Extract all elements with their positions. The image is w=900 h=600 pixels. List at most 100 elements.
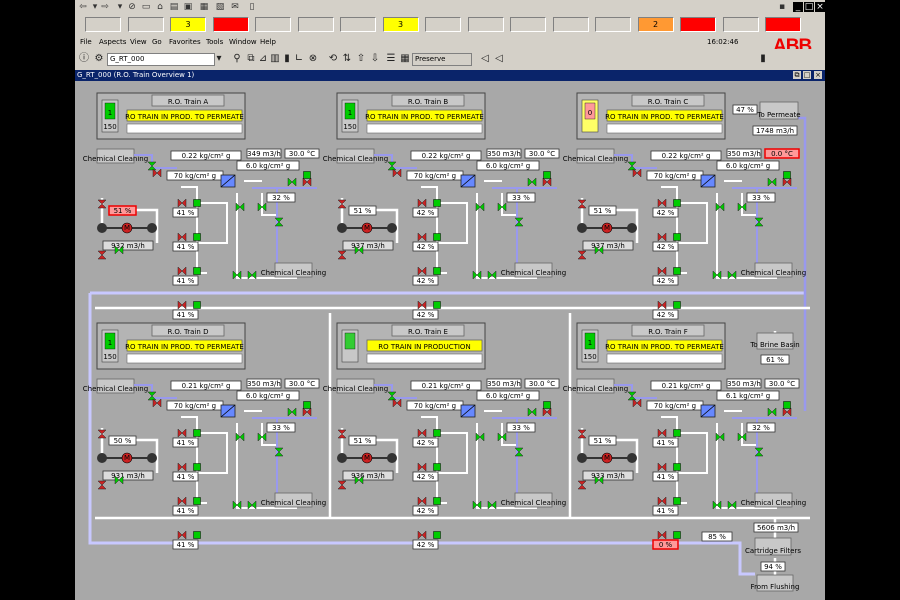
inlet-valve[interactable] <box>97 199 107 209</box>
train-a-vessel-4[interactable]: 41 % <box>172 309 199 320</box>
pin-icon[interactable]: ⚲ <box>231 53 243 65</box>
train-b-vessel-2[interactable]: 42 % <box>412 241 439 252</box>
train-d-pressure3[interactable]: 70 kg/cm² g <box>166 400 224 411</box>
bars-icon[interactable]: ▮ <box>281 53 293 65</box>
alarm-slot[interactable] <box>467 17 504 32</box>
train-e-temperature[interactable]: 30.0 °C <box>524 378 560 389</box>
train-a-vessel-ok[interactable] <box>193 233 201 241</box>
trend-icon[interactable]: ⊿ <box>257 53 269 65</box>
train-c-title[interactable]: R.O. Train C <box>631 94 705 107</box>
flush-pct[interactable]: 94 % <box>760 561 786 572</box>
train-a-chem-bottom[interactable]: Chemical Cleaning <box>261 262 326 278</box>
train-d-temperature[interactable]: 30.0 °C <box>284 378 320 389</box>
drain-valve[interactable] <box>97 480 107 490</box>
train-e-pressure2[interactable]: 6.0 kg/cm² g <box>476 390 540 401</box>
hp-valve[interactable] <box>152 168 162 178</box>
train-c-vessel-ok[interactable] <box>673 267 681 275</box>
vessel-valve[interactable] <box>177 496 187 506</box>
alarm-slot[interactable] <box>85 17 121 32</box>
train-f-vessel-1[interactable]: 41 % <box>652 437 679 448</box>
train-a-vessel-ok[interactable] <box>193 267 201 275</box>
down-arrow-icon[interactable]: ⇩ <box>369 53 381 65</box>
dropdown-icon[interactable]: ▾ <box>90 2 100 12</box>
train-e-pressure3[interactable]: 70 kg/cm² g <box>406 400 464 411</box>
up-arrow-icon[interactable]: ⇧ <box>355 53 367 65</box>
train-b-vessel-4[interactable]: 42 % <box>412 309 439 320</box>
vessel-valve[interactable] <box>177 462 187 472</box>
close-icon[interactable]: × <box>815 2 825 12</box>
permeate-pct[interactable]: 47 % <box>732 104 758 115</box>
hp-valve[interactable] <box>392 168 402 178</box>
vessel-valve[interactable] <box>417 198 427 208</box>
permeate-valve[interactable] <box>287 407 297 417</box>
train-f-vessel-4[interactable]: 0 % <box>652 539 679 550</box>
train-d-vessel-2[interactable]: 41 % <box>172 471 199 482</box>
vessel-valve[interactable] <box>657 198 667 208</box>
permeate-valve[interactable] <box>527 407 537 417</box>
menu-window[interactable]: Window <box>229 38 257 46</box>
back-arrow-icon[interactable]: ⇦ <box>78 2 88 12</box>
train-d-vessel-ok[interactable] <box>193 497 201 505</box>
inlet-valve[interactable] <box>97 429 107 439</box>
train-c-permeate-ok[interactable] <box>783 171 791 179</box>
alarm-slot[interactable] <box>765 17 801 32</box>
conc-valve[interactable] <box>475 202 485 212</box>
menu-file[interactable]: File <box>80 38 92 46</box>
vessel-valve[interactable] <box>417 496 427 506</box>
chem-valve[interactable] <box>627 391 637 401</box>
alarm-slot[interactable] <box>680 17 716 32</box>
drain-valve[interactable] <box>337 250 347 260</box>
train-b-vessel-ok[interactable] <box>433 199 441 207</box>
vessel-valve[interactable] <box>657 266 667 276</box>
inlet-valve[interactable] <box>577 199 587 209</box>
vessel-valve[interactable] <box>177 198 187 208</box>
alarm-slot[interactable] <box>595 17 631 32</box>
train-a-pressure2[interactable]: 6.0 kg/cm² g <box>236 160 300 171</box>
train-b-vessel-ok[interactable] <box>433 233 441 241</box>
vessel-valve[interactable] <box>177 428 187 438</box>
hp-valve[interactable] <box>152 398 162 408</box>
conc-valve[interactable] <box>235 202 245 212</box>
conc-valve[interactable] <box>235 432 245 442</box>
dump-valve[interactable] <box>782 407 792 417</box>
train-d-vessel-3[interactable]: 41 % <box>172 505 199 516</box>
alarm-slot[interactable] <box>212 17 249 32</box>
drain-valve[interactable] <box>337 480 347 490</box>
alarm-slot[interactable]: 2 <box>637 17 674 32</box>
vessel-valve[interactable] <box>417 530 427 540</box>
train-f-pressure1[interactable]: 0.21 kg/cm² g <box>650 380 722 391</box>
train-b-vessel-ok[interactable] <box>433 301 441 309</box>
train-d-vessel-4[interactable]: 41 % <box>172 539 199 550</box>
train-f-vessel-ok[interactable] <box>673 497 681 505</box>
close-page-icon[interactable]: ▯ <box>247 2 257 12</box>
train-a-status[interactable]: RO TRAIN IN PROD. TO PERMEATE <box>125 109 244 122</box>
menu-favorites[interactable]: Favorites <box>169 38 201 46</box>
train-c-valve-pct[interactable]: 51 % <box>588 205 617 216</box>
document-icon[interactable]: ▭ <box>141 2 151 12</box>
permeate-valve[interactable] <box>767 407 777 417</box>
address-input[interactable]: G_RT_000 <box>107 53 215 66</box>
train-e-vessel-4[interactable]: 42 % <box>412 539 439 550</box>
frame-icon[interactable]: ▧ <box>215 2 225 12</box>
train-a-pump-flow[interactable]: 932 m3/h <box>102 240 154 251</box>
vessel-valve[interactable] <box>657 428 667 438</box>
alarm-slot[interactable] <box>297 17 334 32</box>
train-b-vessel-1[interactable]: 42 % <box>412 207 439 218</box>
dump-valve[interactable] <box>542 407 552 417</box>
train-a-pressure3[interactable]: 70 kg/cm² g <box>166 170 224 181</box>
window-close-icon[interactable]: × <box>814 71 822 79</box>
train-f-title[interactable]: R.O. Train F <box>631 324 705 337</box>
dump-valve[interactable] <box>782 177 792 187</box>
train-f-vessel-ok[interactable] <box>673 429 681 437</box>
train-d-flow[interactable]: 350 m3/h <box>246 378 282 389</box>
cartridge-pct[interactable]: 85 % <box>701 531 733 542</box>
vessel-valve[interactable] <box>657 496 667 506</box>
train-c-pressure1[interactable]: 0.22 kg/cm² g <box>650 150 722 161</box>
mail-icon[interactable]: ✉ <box>230 2 240 12</box>
alarm-slot[interactable] <box>510 17 546 32</box>
train-e-out-pct[interactable]: 33 % <box>506 422 536 433</box>
to-permeate-button[interactable]: To Permeate <box>756 101 801 120</box>
train-f-permeate-ok[interactable] <box>783 401 791 409</box>
alarm-slot[interactable] <box>127 17 164 32</box>
dump-valve[interactable] <box>542 177 552 187</box>
